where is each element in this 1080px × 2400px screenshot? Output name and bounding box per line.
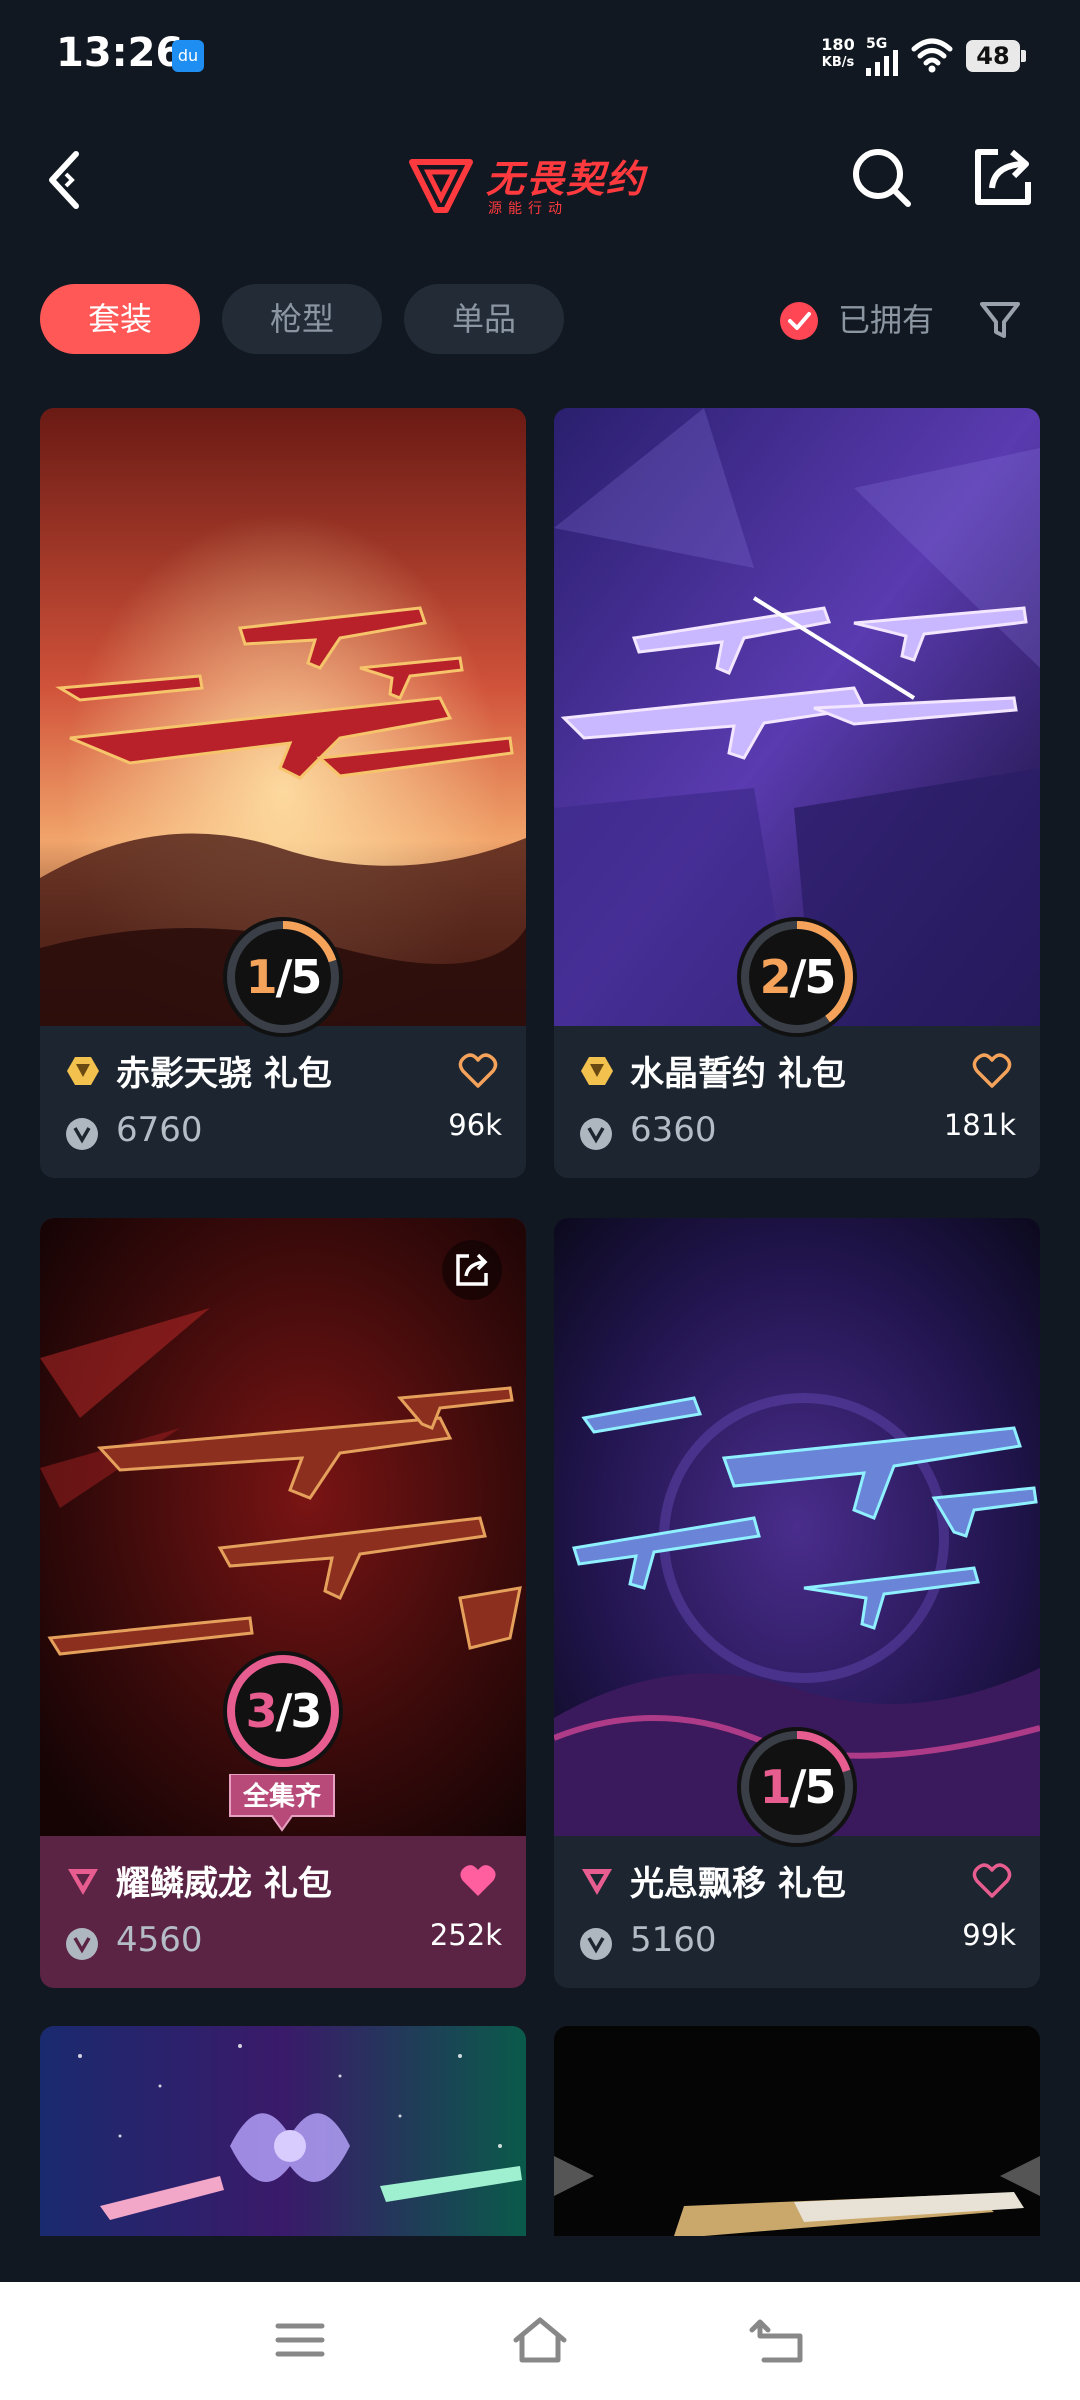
valorant-logo-icon [409, 159, 473, 213]
bundle-artwork [40, 2026, 526, 2236]
check-icon [788, 312, 811, 330]
top-bar: 无畏契约 源能行动 [0, 130, 1080, 230]
progress-total: 5 [290, 950, 322, 1004]
progress-text: 2/5 [759, 950, 837, 1004]
menu-icon[interactable] [268, 2310, 332, 2370]
owned-checkbox[interactable] [780, 302, 818, 340]
progress-owned: 2 [759, 950, 792, 1004]
bundle-name: 耀鳞威龙 礼包 [116, 1864, 332, 1904]
tab-single-items[interactable]: 单品 [404, 284, 564, 354]
card-info: 光息飘移 礼包 5160 99k [554, 1836, 1040, 1988]
complete-badge: 全集齐 [226, 1774, 338, 1838]
tab-weapon-type[interactable]: 枪型 [222, 284, 382, 354]
card-share-button[interactable] [442, 1240, 502, 1300]
bundle-card[interactable] [554, 2026, 1040, 2236]
like-count: 96k [448, 1108, 502, 1142]
filter-icon[interactable] [978, 298, 1022, 342]
bundle-card[interactable]: 3/3 全集齐 耀鳞威龙 礼包 4560 252k [40, 1218, 526, 1988]
card-info: 水晶誓约 礼包 6360 181k [554, 1026, 1040, 1178]
bundle-price: 4560 [116, 1920, 203, 1960]
network-speed-value: 180 [821, 35, 855, 54]
signal-bars-icon [866, 50, 898, 76]
card-info: 赤影天骁 礼包 6760 96k [40, 1026, 526, 1178]
collection-progress: 1/5 [220, 914, 346, 1040]
network-speed: 180 KB/s [808, 36, 868, 72]
heart-icon[interactable] [972, 1052, 1012, 1090]
bundle-card[interactable]: 1/5 光息飘移 礼包 5160 99k [554, 1218, 1040, 1988]
progress-total: 5 [804, 1760, 836, 1814]
like-count: 99k [962, 1918, 1016, 1952]
progress-text: 1/5 [245, 950, 323, 1004]
bundle-name: 水晶誓约 礼包 [630, 1054, 846, 1094]
logo-title: 无畏契约 [486, 157, 647, 201]
vp-currency-icon [580, 1118, 612, 1150]
home-icon[interactable] [508, 2310, 572, 2370]
like-count: 252k [429, 1918, 502, 1952]
progress-total: 3 [290, 1684, 322, 1738]
bundle-card[interactable] [40, 2026, 526, 2236]
back-nav-icon[interactable] [748, 2310, 812, 2370]
progress-owned: 1 [245, 950, 278, 1004]
progress-owned: 1 [759, 1760, 792, 1814]
heart-filled-icon[interactable] [458, 1862, 498, 1900]
owned-label: 已拥有 [838, 301, 935, 339]
complete-badge-label: 全集齐 [242, 1782, 321, 1812]
bundle-price: 5160 [630, 1920, 717, 1960]
progress-text: 3/3 [245, 1684, 323, 1738]
bundle-price: 6360 [630, 1110, 717, 1150]
like-count: 181k [943, 1108, 1016, 1142]
app-logo: 无畏契约 源能行动 [400, 142, 680, 222]
progress-text: 1/5 [759, 1760, 837, 1814]
tab-bundles[interactable]: 套装 [40, 284, 200, 354]
card-info: 耀鳞威龙 礼包 4560 252k [40, 1836, 526, 1988]
app-notification-icon: du [172, 40, 204, 72]
collection-progress: 3/3 [220, 1648, 346, 1774]
vp-currency-icon [66, 1928, 98, 1960]
heart-icon[interactable] [458, 1052, 498, 1090]
logo-subtitle: 源能行动 [488, 201, 568, 217]
collection-progress: 2/5 [734, 914, 860, 1040]
heart-icon[interactable] [972, 1862, 1012, 1900]
system-navigation-bar [0, 2282, 1080, 2400]
premium-tier-icon [67, 1057, 99, 1085]
deluxe-tier-icon [68, 1869, 98, 1895]
status-bar: 13:26 du 180 KB/s 5G 48 [0, 0, 1080, 110]
filter-row: 套装 枪型 单品 已拥有 [0, 284, 1080, 356]
vp-currency-icon [580, 1928, 612, 1960]
bundle-name: 光息飘移 礼包 [630, 1864, 846, 1904]
deluxe-tier-icon [582, 1869, 612, 1895]
wifi-icon [911, 38, 953, 73]
share-button[interactable] [970, 144, 1036, 210]
network-speed-unit: KB/s [821, 55, 855, 70]
share-icon [456, 1253, 488, 1286]
bundle-price: 6760 [116, 1110, 203, 1150]
back-button[interactable] [40, 144, 90, 214]
premium-tier-icon [581, 1057, 613, 1085]
battery-indicator: 48 [966, 40, 1026, 72]
search-button[interactable] [850, 146, 914, 210]
progress-total: 5 [804, 950, 836, 1004]
bundle-artwork [554, 2026, 1040, 2236]
bundle-card[interactable]: 2/5 水晶誓约 礼包 6360 181k [554, 408, 1040, 1178]
bundle-name: 赤影天骁 礼包 [116, 1054, 332, 1094]
status-time: 13:26 [56, 30, 184, 76]
progress-owned: 3 [245, 1684, 278, 1738]
bundle-card[interactable]: 1/5 赤影天骁 礼包 6760 96k [40, 408, 526, 1178]
collection-progress: 1/5 [734, 1724, 860, 1850]
vp-currency-icon [66, 1118, 98, 1150]
